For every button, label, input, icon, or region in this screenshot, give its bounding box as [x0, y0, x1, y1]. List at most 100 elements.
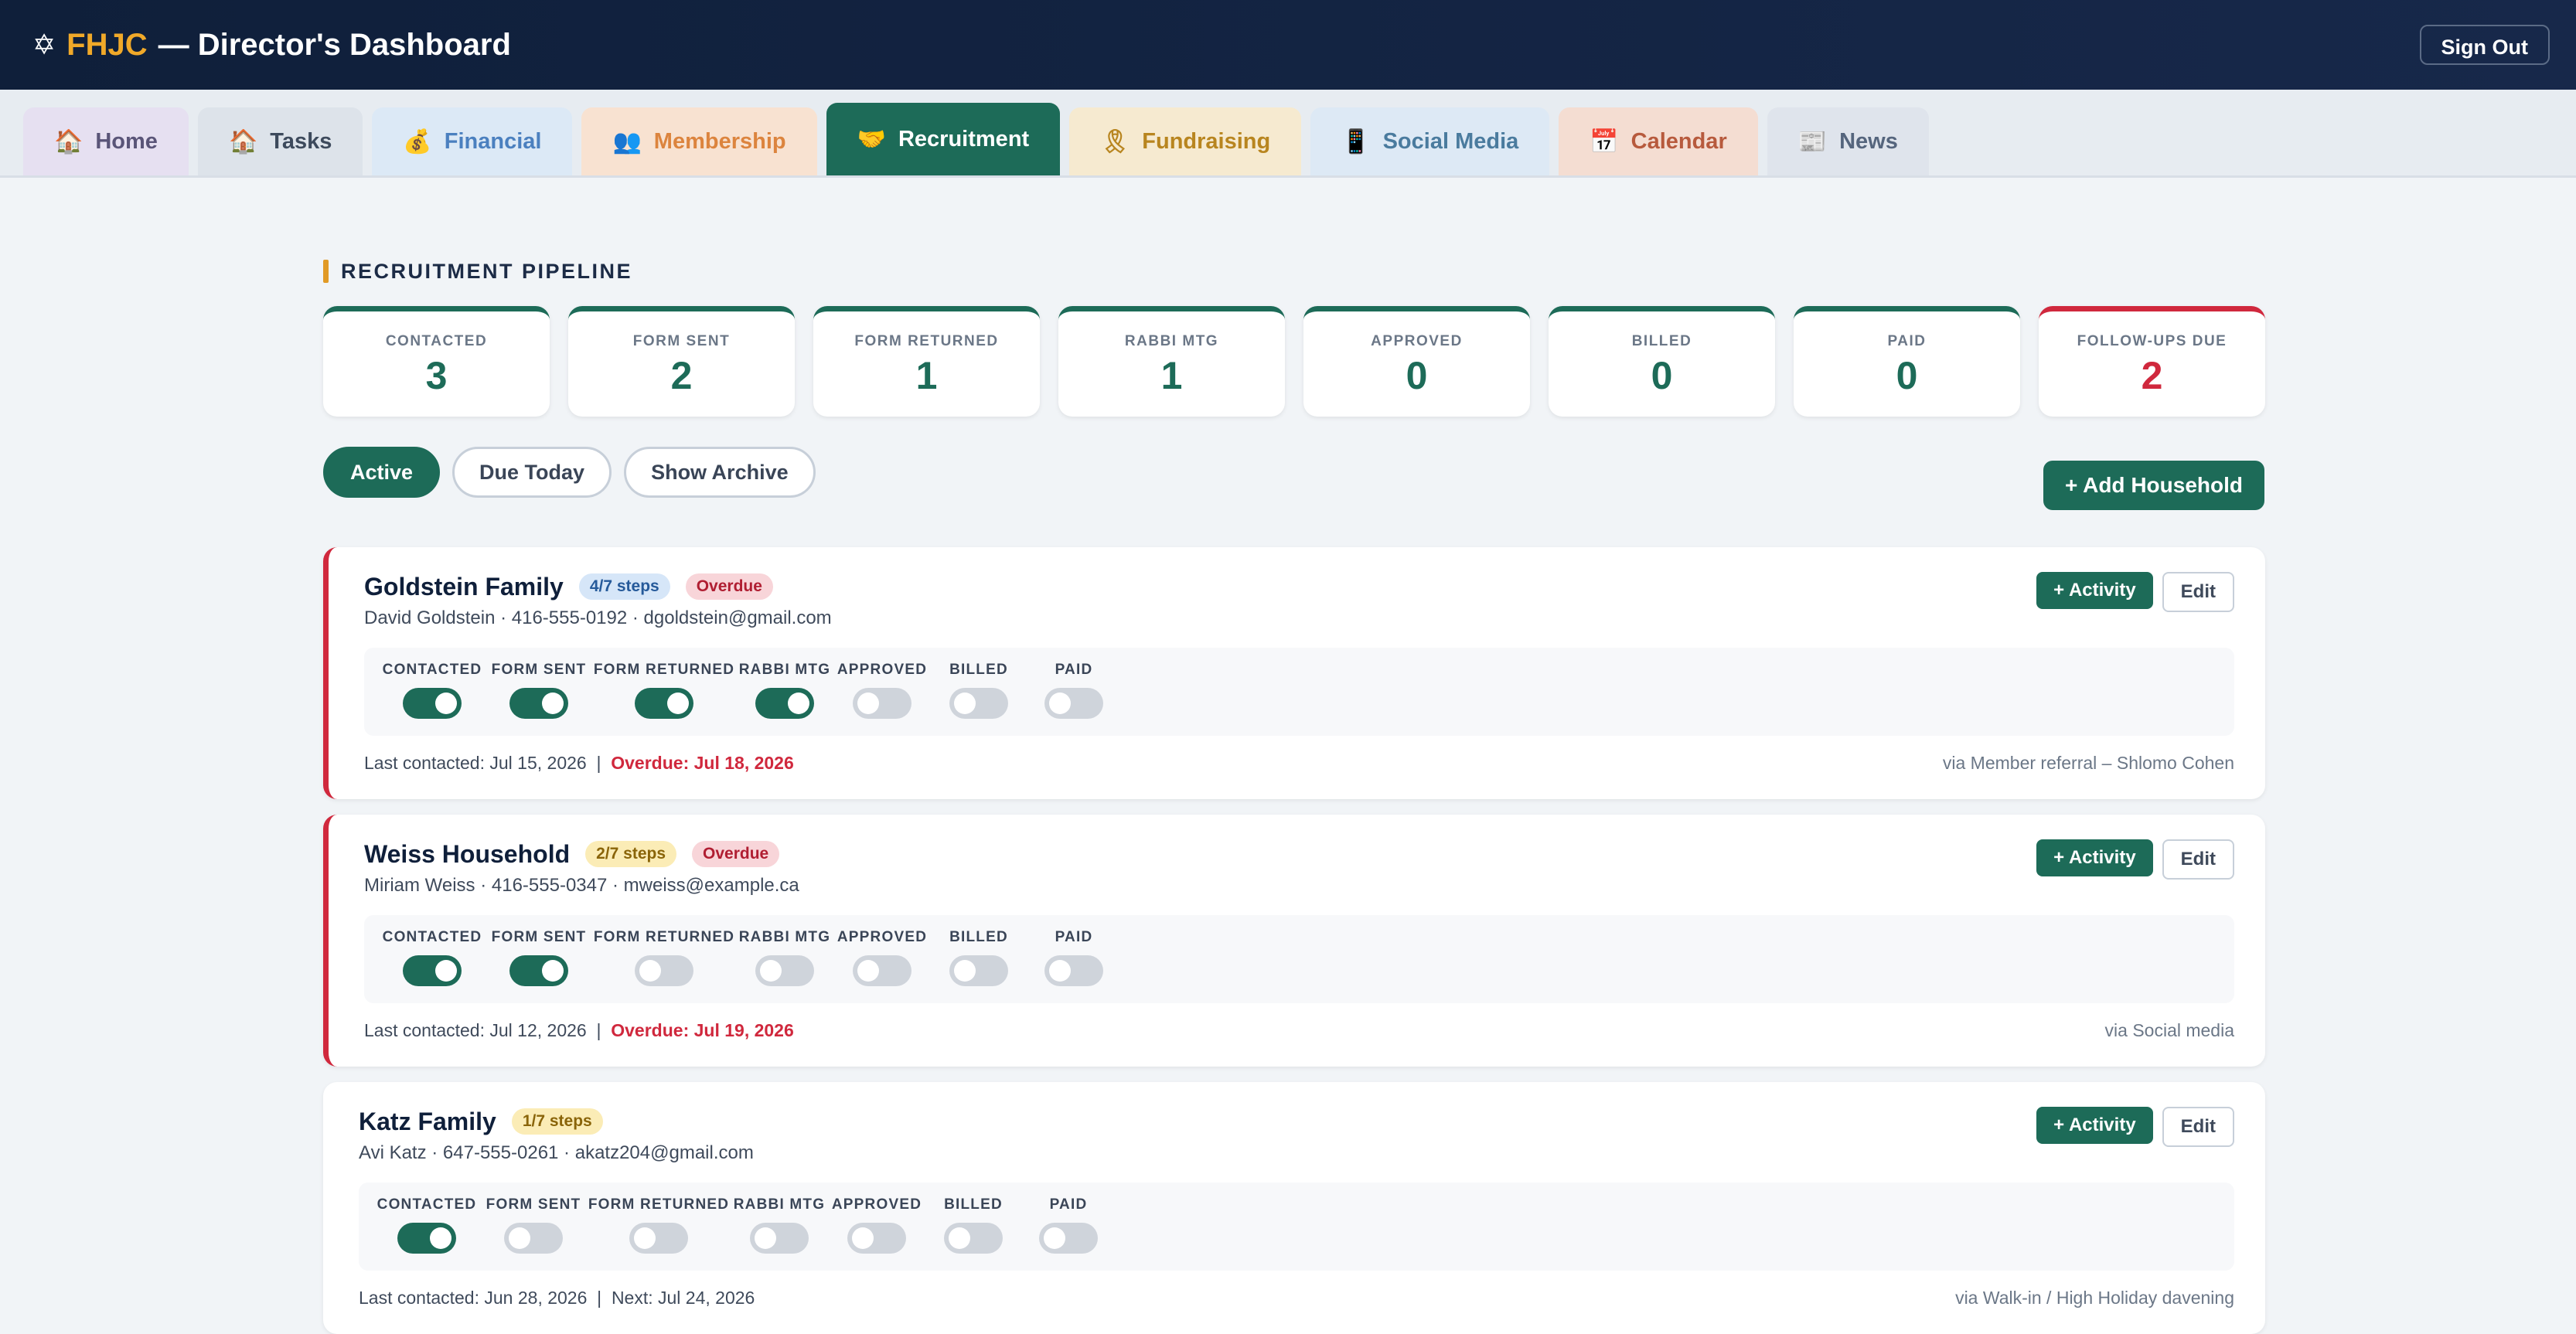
step-label: PAID [1055, 929, 1093, 945]
newspaper-icon: 📰 [1797, 128, 1828, 155]
step-toggle[interactable] [635, 955, 693, 986]
edit-button[interactable]: Edit [2162, 1107, 2234, 1147]
step-toggle[interactable] [635, 688, 693, 719]
step-label: BILLED [944, 1196, 1003, 1213]
step-label: FORM SENT [491, 929, 587, 945]
stat-value: 2 [2141, 354, 2163, 397]
step-toggle[interactable] [949, 688, 1008, 719]
step-billed: BILLED [926, 1196, 1021, 1254]
stat-label: FORM RETURNED [854, 333, 999, 349]
next-date: Overdue: Jul 19, 2026 [611, 1020, 794, 1040]
step-toggle[interactable] [1044, 955, 1103, 986]
add-activity-button[interactable]: + Activity [2036, 839, 2153, 876]
stat-label: FOLLOW-UPS DUE [2077, 333, 2227, 349]
next-date: Next: Jul 24, 2026 [611, 1288, 755, 1308]
tab-financial[interactable]: 💰 Financial [372, 107, 573, 175]
org-name: FHJC [66, 27, 148, 62]
step-label: CONTACTED [377, 1196, 477, 1213]
step-label: FORM RETURNED [593, 662, 735, 678]
tab-social-media[interactable]: 📱 Social Media [1310, 107, 1550, 175]
step-toggle[interactable] [847, 1223, 906, 1254]
last-contacted: Last contacted: Jul 12, 2026 [364, 1020, 587, 1040]
household-name: Weiss Household [364, 839, 571, 868]
step-label: FORM RETURNED [593, 929, 735, 945]
step-toggle[interactable] [509, 955, 568, 986]
step-toggle[interactable] [944, 1223, 1003, 1254]
sign-out-button[interactable]: Sign Out [2419, 25, 2550, 65]
last-contacted: Last contacted: Jun 28, 2026 [359, 1288, 588, 1308]
edit-button[interactable]: Edit [2162, 839, 2234, 880]
step-contacted: CONTACTED [373, 1196, 481, 1254]
last-contacted: Last contacted: Jul 15, 2026 [364, 753, 587, 773]
step-toggle[interactable] [949, 955, 1008, 986]
step-label: APPROVED [831, 1196, 922, 1213]
step-billed: BILLED [932, 662, 1026, 719]
step-toggle[interactable] [853, 955, 911, 986]
step-label: RABBI MTG [733, 1196, 826, 1213]
filter-show-archive[interactable]: Show Archive [624, 447, 816, 498]
step-toggles: CONTACTED FORM SENT FORM RETURNED RABBI … [364, 648, 2234, 736]
step-toggles: CONTACTED FORM SENT FORM RETURNED RABBI … [359, 1183, 2234, 1271]
tab-membership[interactable]: 👥 Membership [581, 107, 817, 175]
ribbon-icon: 🎗 [1100, 128, 1130, 155]
stat-billed: BILLED 0 [1549, 306, 1775, 417]
stat-approved: APPROVED 0 [1303, 306, 1530, 417]
step-label: RABBI MTG [738, 662, 831, 678]
add-household-button[interactable]: + Add Household [2043, 461, 2264, 510]
section-title: RECRUITMENT PIPELINE [341, 259, 633, 283]
step-toggle[interactable] [1039, 1223, 1098, 1254]
step-label: FORM SENT [491, 662, 587, 678]
step-toggle[interactable] [629, 1223, 688, 1254]
stat-value: 1 [1160, 354, 1183, 397]
step-toggle[interactable] [750, 1223, 809, 1254]
tab-news[interactable]: 📰 News [1767, 107, 1929, 175]
step-toggle[interactable] [853, 688, 911, 719]
tab-fundraising[interactable]: 🎗 Fundraising [1069, 107, 1302, 175]
step-toggle[interactable] [755, 955, 814, 986]
step-toggle[interactable] [403, 955, 462, 986]
step-toggle[interactable] [1044, 688, 1103, 719]
stat-value: 0 [1896, 354, 1918, 397]
step-label: CONTACTED [382, 929, 482, 945]
tab-calendar[interactable]: 📅 Calendar [1559, 107, 1758, 175]
house-icon: 🏠 [228, 128, 258, 155]
stat-value: 3 [425, 354, 448, 397]
step-label: APPROVED [837, 929, 928, 945]
tab-tasks[interactable]: 🏠 Tasks [197, 107, 363, 175]
money-bag-icon: 💰 [403, 128, 432, 155]
tab-recruitment[interactable]: 🤝 Recruitment [826, 103, 1061, 175]
add-activity-button[interactable]: + Activity [2036, 1107, 2153, 1144]
step-toggle[interactable] [509, 688, 568, 719]
step-toggle[interactable] [504, 1223, 563, 1254]
step-toggle[interactable] [755, 688, 814, 719]
tab-label: Calendar [1630, 128, 1727, 154]
add-activity-button[interactable]: + Activity [2036, 572, 2153, 609]
step-toggle[interactable] [403, 688, 462, 719]
filter-active[interactable]: Active [323, 447, 441, 498]
stat-paid: PAID 0 [1794, 306, 2020, 417]
stat-value: 0 [1406, 354, 1428, 397]
step-rabbi-mtg: RABBI MTG [737, 929, 833, 986]
step-rabbi-mtg: RABBI MTG [731, 1196, 827, 1254]
stat-rabbi-mtg: RABBI MTG 1 [1058, 306, 1285, 417]
filter-due-today[interactable]: Due Today [452, 447, 612, 498]
phone-icon: 📱 [1341, 128, 1371, 155]
step-paid: PAID [1026, 662, 1122, 719]
step-rabbi-mtg: RABBI MTG [737, 662, 833, 719]
dashboard-title: — Director's Dashboard [158, 27, 511, 62]
steps-badge: 4/7 steps [578, 573, 670, 600]
step-contacted: CONTACTED [378, 929, 486, 986]
separator: | [596, 1020, 601, 1040]
filter-pills: Active Due Today Show Archive [323, 447, 816, 498]
tab-home[interactable]: 🏠 Home [23, 107, 189, 175]
step-form-returned: FORM RETURNED [591, 662, 737, 719]
calendar-icon: 📅 [1590, 128, 1619, 155]
step-label: PAID [1055, 662, 1093, 678]
referral-source: via Walk-in / High Holiday davening [1955, 1288, 2234, 1308]
household-card: Goldstein Family 4/7 steps Overdue David… [323, 547, 2265, 799]
step-toggle[interactable] [397, 1223, 456, 1254]
edit-button[interactable]: Edit [2162, 572, 2234, 612]
stat-follow-ups-due: FOLLOW-UPS DUE 2 [2039, 306, 2265, 417]
section-heading: RECRUITMENT PIPELINE [323, 258, 632, 284]
stat-value: 1 [915, 354, 938, 397]
